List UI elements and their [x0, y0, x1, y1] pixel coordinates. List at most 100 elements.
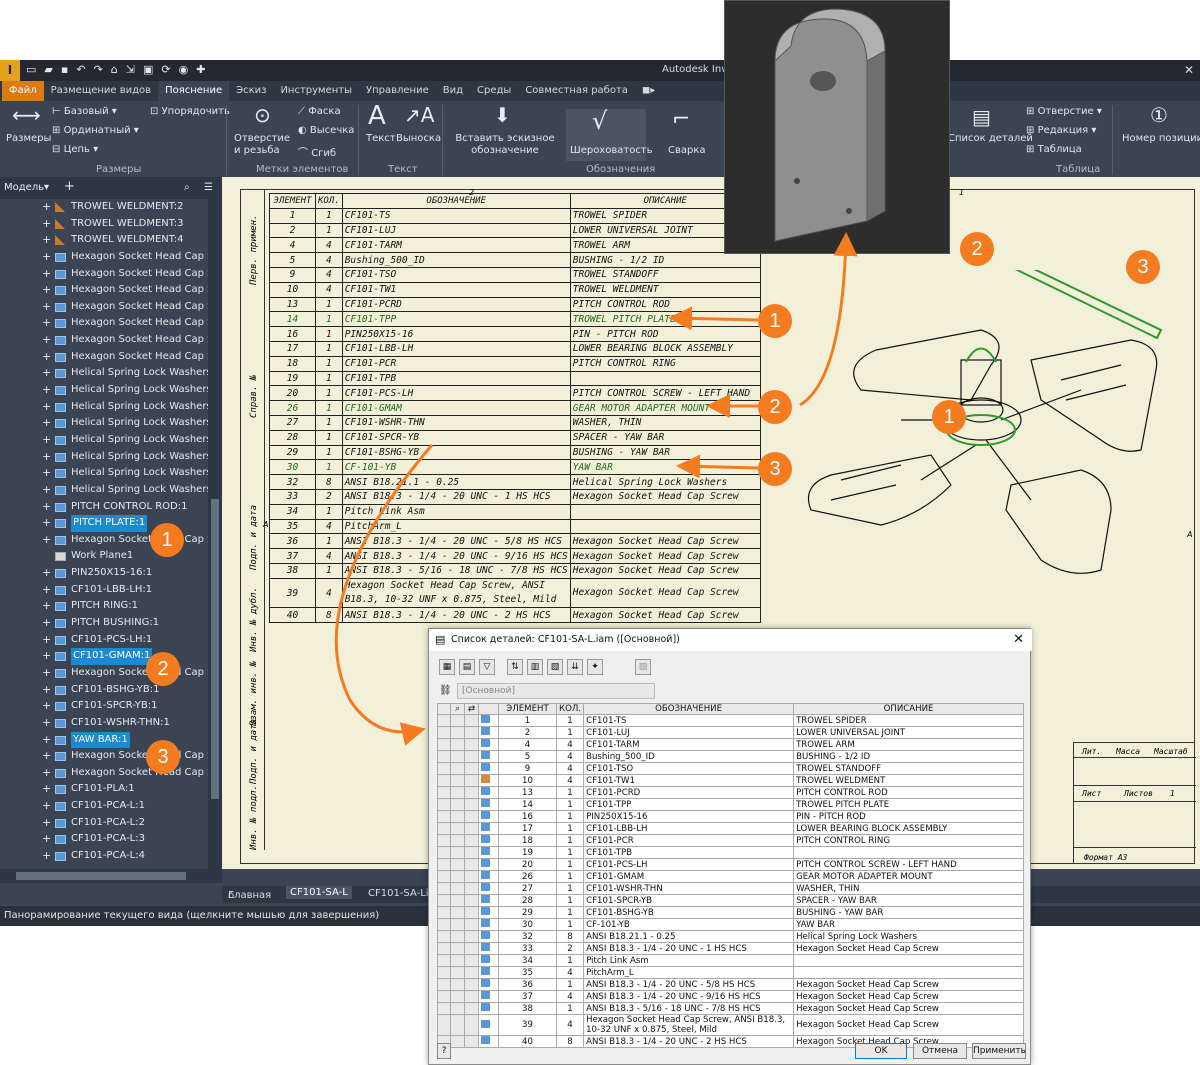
dialog-cell[interactable]: LOWER UNIVERSAL JOINT	[793, 726, 1025, 740]
row-gutter[interactable]	[464, 762, 479, 776]
dialog-cell[interactable]: ANSI B18.3 - 1/4 - 20 UNC - 5/8 HS HCS	[583, 978, 795, 992]
dialog-cell[interactable]	[793, 846, 1025, 860]
expand-icon[interactable]: +	[42, 765, 51, 782]
parts-list-button[interactable]: Список деталей	[948, 133, 1033, 144]
expand-icon[interactable]: +	[42, 648, 51, 665]
expand-icon[interactable]: +	[42, 781, 51, 798]
row-gutter[interactable]	[437, 930, 451, 944]
expand-icon[interactable]: +	[42, 565, 51, 582]
redo-icon[interactable]: ↷	[94, 63, 103, 76]
dialog-cell[interactable]: BUSHING - YAW BAR	[793, 906, 1025, 920]
dialog-table-row[interactable]: 5 4 Bushing_500_ID BUSHING - 1/2 ID	[437, 750, 1025, 764]
dialog-table-row[interactable]: 30 1 CF-101-YB YAW BAR	[437, 918, 1025, 932]
row-gutter[interactable]	[450, 762, 465, 776]
text-icon[interactable]: A	[368, 101, 386, 131]
row-gutter[interactable]	[464, 990, 479, 1004]
dialog-table-row[interactable]: 36 1 ANSI B18.3 - 1/4 - 20 UNC - 5/8 HS HC…	[437, 978, 1025, 992]
home-icon[interactable]: ⌂	[111, 63, 118, 76]
apply-button[interactable]: Применить	[972, 1043, 1026, 1059]
dialog-cell[interactable]: Hexagon Socket Head Cap Screw	[793, 978, 1025, 992]
dialog-cell[interactable]: CF101-TPP	[583, 798, 795, 812]
sheet-bom-row[interactable]: 13 1 CF101-PCRD PITCH CONTROL ROD	[269, 296, 761, 313]
dialog-cell[interactable]: CF101-WSHR-THN	[583, 882, 795, 896]
sheet-bom-row[interactable]: 17 1 CF101-LBB-LH LOWER BEARING BLOCK ASSEM…	[269, 340, 761, 357]
dialog-cell[interactable]: 4	[555, 774, 585, 788]
tree-node[interactable]: + PITCH RING:1	[0, 598, 208, 615]
expand-icon[interactable]: +	[42, 748, 51, 765]
dialog-cell[interactable]: 1	[555, 810, 585, 824]
member-combo[interactable]: [Основной]	[457, 683, 655, 699]
expand-icon[interactable]: +	[42, 299, 51, 316]
dialog-cell[interactable]: 1	[555, 918, 585, 932]
tree-node[interactable]: + CF101-PCA-L:3	[0, 831, 208, 848]
sheet-bom-row[interactable]: 18 1 CF101-PCR PITCH CONTROL RING	[269, 355, 761, 372]
expand-icon[interactable]: +	[42, 598, 51, 615]
dialog-cell[interactable]	[793, 966, 1025, 980]
row-gutter[interactable]	[450, 774, 465, 788]
text-button[interactable]: Текст	[366, 133, 396, 144]
camera-icon[interactable]: ◼▸	[635, 81, 662, 101]
dialog-cell[interactable]: 1	[498, 714, 557, 728]
row-gutter[interactable]	[464, 798, 479, 812]
dialog-cell[interactable]: 1	[555, 882, 585, 896]
row-gutter[interactable]	[450, 1002, 465, 1016]
save-icon[interactable]: ▪	[61, 63, 68, 76]
row-gutter[interactable]	[464, 918, 479, 932]
dialog-cell[interactable]: Hexagon Socket Head Cap Screw	[793, 990, 1025, 1004]
sheet-bom-row[interactable]: 40 8 ANSI B18.3 - 1/4 - 20 UNC - 2 HS HCS H…	[269, 607, 761, 624]
punch-button[interactable]: ◐ Высечка	[298, 125, 354, 136]
dialog-cell[interactable]: PIN - PITCH ROD	[793, 810, 1025, 824]
dialog-cell[interactable]: YAW BAR	[793, 918, 1025, 932]
dialog-table-row[interactable]: 34 1 Pitch Link Asm	[437, 954, 1025, 968]
leader-icon[interactable]: ↗A	[404, 103, 434, 127]
row-gutter[interactable]	[464, 1035, 479, 1049]
update-icon[interactable]: ⟳	[161, 63, 170, 76]
row-gutter[interactable]	[437, 834, 451, 848]
dialog-cell[interactable]: 8	[555, 1035, 585, 1049]
chamfer-button[interactable]: ⟋ Фаска	[298, 106, 341, 117]
row-gutter[interactable]	[464, 966, 479, 980]
expand-icon[interactable]: +	[42, 249, 51, 266]
sheet-bom-row[interactable]: 39 4 Hexagon Socket Head Cap Screw, ANSI B…	[269, 577, 761, 609]
dialog-cell[interactable]: 1	[555, 714, 585, 728]
expand-icon[interactable]: +	[42, 266, 51, 283]
dialog-cell[interactable]: 8	[555, 930, 585, 944]
insert-sketch-symbol-button[interactable]: Вставить эскизное обозначение	[452, 133, 558, 157]
dialog-table-row[interactable]: 1 1 CF101-TS TROWEL SPIDER	[437, 714, 1025, 728]
dialog-cell[interactable]: 1	[555, 906, 585, 920]
dialog-cell[interactable]: 1	[555, 726, 585, 740]
export-icon[interactable]: ▥	[527, 659, 543, 675]
open-icon[interactable]: ▰	[44, 63, 52, 76]
row-gutter[interactable]	[437, 978, 451, 992]
row-gutter[interactable]	[450, 714, 465, 728]
dialog-table-row[interactable]: 16 1 PIN250X15-16 PIN - PITCH ROD	[437, 810, 1025, 824]
row-gutter[interactable]	[437, 798, 451, 812]
dialog-cell[interactable]: TROWEL WELDMENT	[793, 774, 1025, 788]
tree-node[interactable]: + CF101-WSHR-THN:1	[0, 715, 208, 732]
dialog-cell[interactable]: WASHER, THIN	[793, 882, 1025, 896]
dialog-cell[interactable]: 1	[555, 786, 585, 800]
member-icon[interactable]: ✦	[587, 659, 603, 675]
row-gutter[interactable]	[464, 942, 479, 956]
dialog-cell[interactable]: ANSI B18.3 - 1/4 - 20 UNC - 2 HS HCS	[583, 1035, 795, 1049]
dialog-cell[interactable]: 35	[498, 966, 557, 980]
tree-node[interactable]: + Hexagon Socket Head Cap Scr	[0, 266, 208, 283]
dialog-cell[interactable]: CF101-LBB-LH	[583, 822, 795, 836]
dialog-table-row[interactable]: 2 1 CF101-LUJ LOWER UNIVERSAL JOINT	[437, 726, 1025, 740]
row-gutter[interactable]	[450, 954, 465, 968]
roughness-icon[interactable]: √	[592, 107, 607, 135]
tree-node[interactable]: + Helical Spring Lock Washers 0.	[0, 365, 208, 382]
tree-node[interactable]: + CF101-PCS-LH:1	[0, 632, 208, 649]
row-gutter[interactable]	[450, 858, 465, 872]
dialog-table-row[interactable]: 20 1 CF101-PCS-LH PITCH CONTROL SCREW - LEF…	[437, 858, 1025, 872]
row-gutter[interactable]	[450, 942, 465, 956]
expand-icon[interactable]: +	[42, 449, 51, 466]
cancel-button[interactable]: Отмена	[913, 1043, 967, 1059]
tab-view[interactable]: Вид	[436, 81, 470, 101]
row-gutter[interactable]	[464, 822, 479, 836]
row-gutter[interactable]	[464, 834, 479, 848]
dialog-cell[interactable]: 13	[498, 786, 557, 800]
sketch-symbol-icon[interactable]: ⬇	[494, 103, 511, 127]
dialog-cell[interactable]: TROWEL SPIDER	[793, 714, 1025, 728]
dialog-cell[interactable]: CF-101-YB	[583, 918, 795, 932]
